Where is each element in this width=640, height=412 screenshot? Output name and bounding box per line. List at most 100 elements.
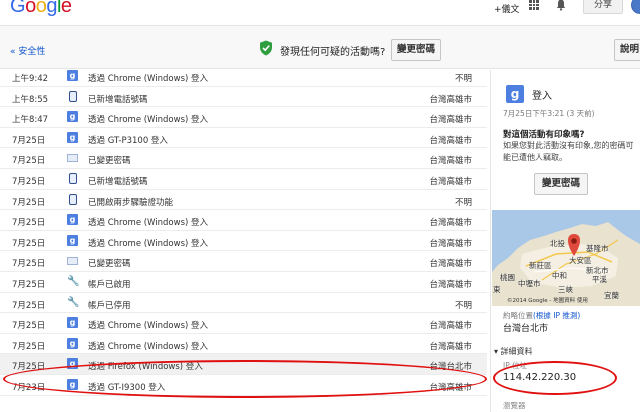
activity-row[interactable]: 7月25日 🔧 帳戶已啟用 台灣高雄市 <box>0 272 487 293</box>
activity-date: 7月25日 <box>12 321 46 332</box>
google-icon: g <box>506 85 524 103</box>
location-ip-link[interactable]: (根據 IP 推測) <box>533 310 580 321</box>
google-icon: g <box>67 70 78 81</box>
activity-location: 台灣高雄市 <box>429 238 472 249</box>
activity-row[interactable]: 7月25日 已變更密碼 台灣高雄市 <box>0 251 487 272</box>
map-label: 北投 <box>550 239 565 248</box>
activity-description: 透過 Chrome (Windows) 登入 <box>88 115 209 126</box>
activity-row[interactable]: 7月25日 已變更密碼 台灣高雄市 <box>0 148 487 169</box>
google-logo[interactable]: Google <box>10 0 72 18</box>
google-icon: g <box>67 131 78 143</box>
activity-description: 透過 Firefox (Windows) 登入 <box>88 362 203 373</box>
activity-description: 帳戶已啟用 <box>88 280 131 290</box>
activity-location: 台灣高雄市 <box>429 135 472 146</box>
map-label: 基隆市 <box>586 244 609 253</box>
ip-address-label: IP 位址 <box>503 361 528 370</box>
activity-row[interactable]: 7月25日 g 透過 Chrome (Windows) 登入 台灣高雄市 <box>0 333 487 355</box>
recognize-activity-body: 如果您對此活動沒有印象,您的密碼可能已遭他人竊取。 <box>503 141 634 162</box>
activity-date: 7月25日 <box>12 218 46 229</box>
map-label: 宜蘭 <box>604 291 619 300</box>
activity-detail-panel: g 登入 7月25日下午3:21 (3 天前) 對這個活動有印象嗎? 如果您對此… <box>492 70 640 412</box>
activity-row[interactable]: 7月25日 g 透過 Firefox (Windows) 登入 台灣台北市 <box>0 354 487 375</box>
activity-date: 上午8:47 <box>12 115 49 126</box>
activity-row[interactable]: 上午9:42 g 透過 Chrome (Windows) 登入 不明 <box>0 70 487 87</box>
activity-description: 透過 Chrome (Windows) 登入 <box>88 238 209 249</box>
back-to-security-link[interactable]: « 安全性 <box>10 44 45 57</box>
activity-row[interactable]: 上午8:55 已新增電話號碼 台灣高雄市 <box>0 86 487 108</box>
activity-row[interactable]: 7月25日 已開啟兩步驟驗證功能 不明 <box>0 189 487 211</box>
activity-date: 7月25日 <box>12 135 46 146</box>
logo-letter: o <box>35 0 47 17</box>
activity-row[interactable]: 7月25日 g 透過 Chrome (Windows) 登入 台灣高雄市 <box>0 210 487 231</box>
logo-letter: o <box>25 0 36 17</box>
activity-date: 7月25日 <box>12 259 46 270</box>
notification-bell-icon[interactable] <box>556 0 566 11</box>
activity-location: 台灣高雄市 <box>429 321 472 332</box>
map-label: 中和 <box>552 271 567 280</box>
activity-row[interactable]: 7月25日 g 透過 Chrome (Windows) 登入 台灣高雄市 <box>0 230 487 252</box>
google-icon: g <box>67 234 78 246</box>
activity-location: 台灣高雄市 <box>429 259 472 270</box>
activity-location: 台灣台北市 <box>429 362 472 373</box>
detail-change-password-button[interactable]: 變更密碼 <box>534 173 588 195</box>
activity-date: 7月25日 <box>12 197 46 208</box>
google-icon: g <box>67 111 78 123</box>
google-plus-profile-link[interactable]: +儀文 <box>494 2 520 15</box>
activity-description: 透過 Chrome (Windows) 登入 <box>88 74 209 84</box>
google-icon: g <box>67 317 78 329</box>
activity-location: 台灣高雄市 <box>429 218 472 229</box>
activity-row[interactable]: 7月25日 🔧 帳戶已停用 不明 <box>0 292 487 314</box>
activity-description: 已變更密碼 <box>88 156 131 167</box>
logo-letter: G <box>10 0 26 17</box>
activity-date: 上午9:42 <box>12 74 49 84</box>
top-bar: Google +儀文 分享 <box>0 0 640 24</box>
activity-list: 上午9:42 g 透過 Chrome (Windows) 登入 不明 上午8:55 已新增… <box>0 70 487 412</box>
browser-label: 瀏覽器 <box>503 401 526 410</box>
activity-date: 7月25日 <box>12 280 46 290</box>
activity-description: 已變更密碼 <box>88 259 131 270</box>
activity-row[interactable]: 7月23日 g 透過 GT-I9300 登入 台灣高雄市 <box>0 375 487 396</box>
wrench-icon: 🔧 <box>67 276 80 287</box>
google-icon: g <box>67 214 78 226</box>
avatar[interactable] <box>631 0 640 14</box>
detail-location: 台灣台北市 <box>503 324 549 334</box>
ip-address-value: 114.42.220.30 <box>503 372 577 383</box>
map-label: 平溪 <box>592 275 607 284</box>
phone-icon <box>69 90 77 102</box>
activity-description: 透過 Chrome (Windows) 登入 <box>88 321 209 332</box>
activity-row[interactable]: 上午8:47 g 透過 Chrome (Windows) 登入 台灣高雄市 <box>0 107 487 128</box>
map-label: 桃園 <box>500 273 515 282</box>
detail-title: 登入 <box>532 91 552 102</box>
activity-location: 不明 <box>454 197 472 208</box>
google-icon: g <box>67 358 78 370</box>
map-label: 中壢市 <box>518 279 541 288</box>
activity-description: 透過 GT-I9300 登入 <box>88 383 166 393</box>
activity-description: 透過 Chrome (Windows) 登入 <box>88 341 209 352</box>
shield-check-icon <box>260 40 272 56</box>
apps-grid-icon[interactable] <box>529 0 539 10</box>
map-label: 東 <box>493 285 501 294</box>
wrench-icon: 🔧 <box>67 296 80 308</box>
activity-date: 7月23日 <box>12 383 46 393</box>
activity-date: 7月25日 <box>12 362 46 373</box>
location-map[interactable]: 北投 基隆市 大安區 新莊區 中和 新北市 桃園 中壢市 三峽 平溪 宜蘭 東 … <box>492 210 640 306</box>
password-icon <box>67 257 78 266</box>
activity-description: 透過 Chrome (Windows) 登入 <box>88 218 209 229</box>
activity-row[interactable]: 7月25日 g 透過 GT-P3100 登入 台灣高雄市 <box>0 127 487 149</box>
activity-description: 透過 GT-P3100 登入 <box>88 135 168 146</box>
activity-date: 7月25日 <box>12 177 46 187</box>
change-password-button[interactable]: 變更密碼 <box>391 39 441 61</box>
details-toggle[interactable]: ▾ 詳細資料 <box>494 346 533 357</box>
activity-row[interactable]: 7月25日 g 透過 Chrome (Windows) 登入 台灣高雄市 <box>0 313 487 334</box>
activity-row[interactable]: 7月25日 已新增電話號碼 台灣高雄市 <box>0 169 487 190</box>
help-button[interactable]: 說明 <box>614 39 640 61</box>
phone-icon <box>69 173 77 184</box>
password-icon <box>67 154 78 163</box>
recognize-activity-question: 對這個活動有印象嗎? <box>503 130 585 140</box>
activity-date: 7月25日 <box>12 156 46 167</box>
share-button[interactable]: 分享 <box>583 0 623 14</box>
activity-location: 台灣高雄市 <box>429 94 472 105</box>
phone-icon <box>69 193 77 205</box>
activity-description: 帳戶已停用 <box>88 300 131 311</box>
activity-location: 台灣高雄市 <box>429 383 472 393</box>
